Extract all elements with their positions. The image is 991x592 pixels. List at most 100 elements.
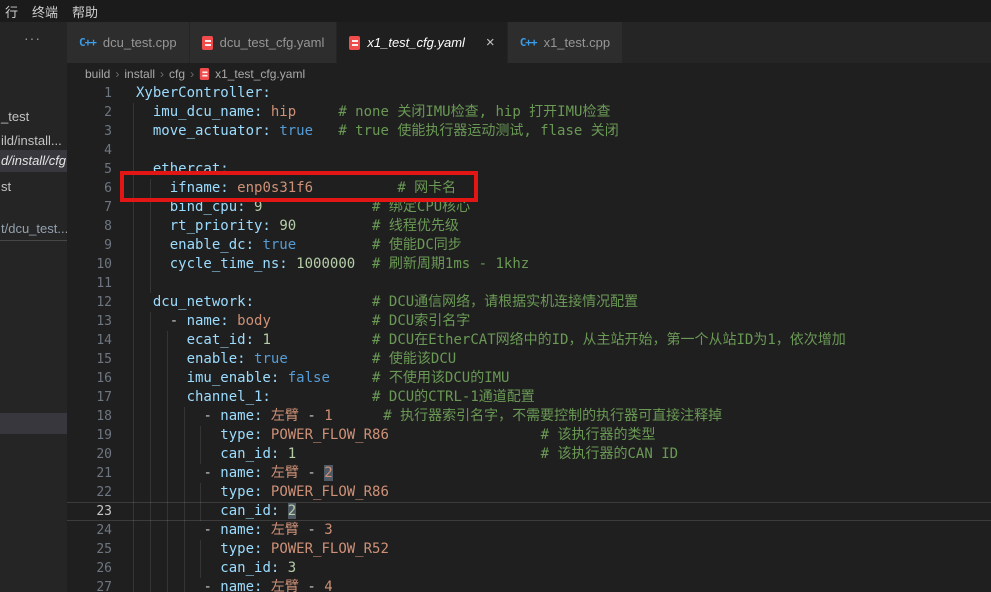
- code-text: can_id: 1 # 该执行器的CAN ID: [136, 445, 678, 464]
- sidebar-item[interactable]: _test: [0, 106, 67, 128]
- line-number: 18: [67, 407, 112, 426]
- tab-dcu_test_cfg.yaml[interactable]: dcu_test_cfg.yaml: [190, 22, 337, 63]
- indent-guide: [133, 274, 134, 293]
- code-text: - name: body # DCU索引名字: [136, 312, 470, 331]
- line-number: 16: [67, 369, 112, 388]
- tab-label: x1_test_cfg.yaml: [367, 35, 465, 50]
- tab-label: x1_test.cpp: [544, 35, 611, 50]
- breadcrumb-segment[interactable]: build: [85, 67, 110, 81]
- code-text: ethercat:: [136, 160, 229, 179]
- sidebar-item[interactable]: ild/install...: [0, 130, 67, 152]
- indent-guide: [133, 483, 134, 502]
- yaml-file-icon: [349, 36, 360, 50]
- indent-guide: [133, 369, 134, 388]
- tab-x1_test_cfg.yaml[interactable]: x1_test_cfg.yaml ×: [337, 22, 506, 63]
- code-text: type: POWER_FLOW_R86: [136, 483, 389, 502]
- code-line-2[interactable]: 2 imu_dcu_name: hip # none 关闭IMU检查, hip …: [67, 103, 991, 122]
- line-number: 21: [67, 464, 112, 483]
- code-line-22[interactable]: 22 type: POWER_FLOW_R86: [67, 483, 991, 502]
- sidebar-item[interactable]: st: [0, 176, 67, 198]
- code-line-7[interactable]: 7 bind_cpu: 9 # 绑定CPU核心: [67, 198, 991, 217]
- code-text: rt_priority: 90 # 线程优先级: [136, 217, 459, 236]
- code-line-15[interactable]: 15 enable: true # 使能该DCU: [67, 350, 991, 369]
- code-line-4[interactable]: 4: [67, 141, 991, 160]
- indent-guide: [133, 293, 134, 312]
- code-text: can_id: 3: [136, 559, 296, 578]
- code-line-11[interactable]: 11: [67, 274, 991, 293]
- tab-dcu_test.cpp[interactable]: C++dcu_test.cpp: [67, 22, 189, 63]
- menu-item[interactable]: 行: [2, 2, 27, 21]
- code-text: ifname: enp0s31f6 # 网卡名: [136, 179, 456, 198]
- code-line-25[interactable]: 25 type: POWER_FLOW_R52: [67, 540, 991, 559]
- indent-guide: [133, 559, 134, 578]
- code-text: imu_enable: false # 不使用该DCU的IMU: [136, 369, 509, 388]
- code-line-10[interactable]: 10 cycle_time_ns: 1000000 # 刷新周期1ms - 1k…: [67, 255, 991, 274]
- indent-guide: [133, 388, 134, 407]
- indent-guide: [133, 198, 134, 217]
- code-line-3[interactable]: 3 move_actuator: true # true 使能执行器运动测试, …: [67, 122, 991, 141]
- indent-guide: [133, 103, 134, 122]
- code-text: - name: 左臂 - 3: [136, 521, 333, 540]
- sidebar-item[interactable]: t/dcu_test...: [0, 218, 67, 240]
- code-line-5[interactable]: 5 ethercat:: [67, 160, 991, 179]
- tab-close-icon[interactable]: ×: [486, 35, 495, 50]
- code-line-6[interactable]: 6 ifname: enp0s31f6 # 网卡名: [67, 179, 991, 198]
- indent-guide: [133, 350, 134, 369]
- line-number: 24: [67, 521, 112, 540]
- code-line-17[interactable]: 17 channel_1: # DCU的CTRL-1通道配置: [67, 388, 991, 407]
- breadcrumb-file[interactable]: x1_test_cfg.yaml: [215, 67, 305, 81]
- breadcrumb-separator-icon: ›: [115, 67, 119, 81]
- line-number: 19: [67, 426, 112, 445]
- line-number: 9: [67, 236, 112, 255]
- code-text: bind_cpu: 9 # 绑定CPU核心: [136, 198, 470, 217]
- code-text: enable: true # 使能该DCU: [136, 350, 456, 369]
- code-line-9[interactable]: 9 enable_dc: true # 使能DC同步: [67, 236, 991, 255]
- line-number: 26: [67, 559, 112, 578]
- code-line-27[interactable]: 27 - name: 左臂 - 4: [67, 578, 991, 592]
- breadcrumb-separator-icon: ›: [160, 67, 164, 81]
- code-text: channel_1: # DCU的CTRL-1通道配置: [136, 388, 535, 407]
- code-line-13[interactable]: 13 - name: body # DCU索引名字: [67, 312, 991, 331]
- cpp-file-icon: C++: [79, 36, 96, 49]
- tab-bar: C++dcu_test.cppdcu_test_cfg.yamlx1_test_…: [67, 22, 991, 63]
- code-text: ecat_id: 1 # DCU在EtherCAT网络中的ID，从主站开始，第一…: [136, 331, 846, 350]
- tab-x1_test.cpp[interactable]: C++x1_test.cpp: [508, 22, 622, 63]
- more-actions-button[interactable]: ···: [24, 30, 41, 46]
- line-number: 14: [67, 331, 112, 350]
- code-line-24[interactable]: 24 - name: 左臂 - 3: [67, 521, 991, 540]
- line-number: 5: [67, 160, 112, 179]
- code-editor[interactable]: 1XyberController:2 imu_dcu_name: hip # n…: [67, 84, 991, 592]
- menu-item[interactable]: 帮助: [69, 2, 107, 21]
- indent-guide: [133, 540, 134, 559]
- line-number: 10: [67, 255, 112, 274]
- code-line-20[interactable]: 20 can_id: 1 # 该执行器的CAN ID: [67, 445, 991, 464]
- line-number: 20: [67, 445, 112, 464]
- code-line-18[interactable]: 18 - name: 左臂 - 1 # 执行器索引名字，不需要控制的执行器可直接…: [67, 407, 991, 426]
- line-number: 13: [67, 312, 112, 331]
- indent-guide: [133, 217, 134, 236]
- sidebar-selected-row-empty[interactable]: [0, 413, 67, 434]
- line-number: 1: [67, 84, 112, 103]
- yaml-file-icon: [202, 36, 213, 50]
- code-line-16[interactable]: 16 imu_enable: false # 不使用该DCU的IMU: [67, 369, 991, 388]
- code-text: type: POWER_FLOW_R52: [136, 540, 389, 559]
- code-line-1[interactable]: 1XyberController:: [67, 84, 991, 103]
- code-text: enable_dc: true # 使能DC同步: [136, 236, 462, 255]
- menu-item[interactable]: 终端: [29, 2, 67, 21]
- code-text: - name: 左臂 - 1 # 执行器索引名字，不需要控制的执行器可直接注释掉: [136, 407, 722, 426]
- indent-guide: [133, 445, 134, 464]
- code-line-12[interactable]: 12 dcu_network: # DCU通信网络，请根据实机连接情况配置: [67, 293, 991, 312]
- line-number: 27: [67, 578, 112, 592]
- code-line-26[interactable]: 26 can_id: 3: [67, 559, 991, 578]
- breadcrumb-segment[interactable]: cfg: [169, 67, 185, 81]
- code-line-23[interactable]: 23 can_id: 2: [67, 502, 991, 521]
- yaml-file-icon: [200, 68, 209, 80]
- code-line-21[interactable]: 21 - name: 左臂 - 2: [67, 464, 991, 483]
- code-line-8[interactable]: 8 rt_priority: 90 # 线程优先级: [67, 217, 991, 236]
- sidebar-item[interactable]: d/install/cfg: [0, 150, 67, 172]
- breadcrumb-segment[interactable]: install: [124, 67, 155, 81]
- code-line-19[interactable]: 19 type: POWER_FLOW_R86 # 该执行器的类型: [67, 426, 991, 445]
- code-line-14[interactable]: 14 ecat_id: 1 # DCU在EtherCAT网络中的ID，从主站开始…: [67, 331, 991, 350]
- indent-guide: [133, 179, 134, 198]
- line-number: 11: [67, 274, 112, 293]
